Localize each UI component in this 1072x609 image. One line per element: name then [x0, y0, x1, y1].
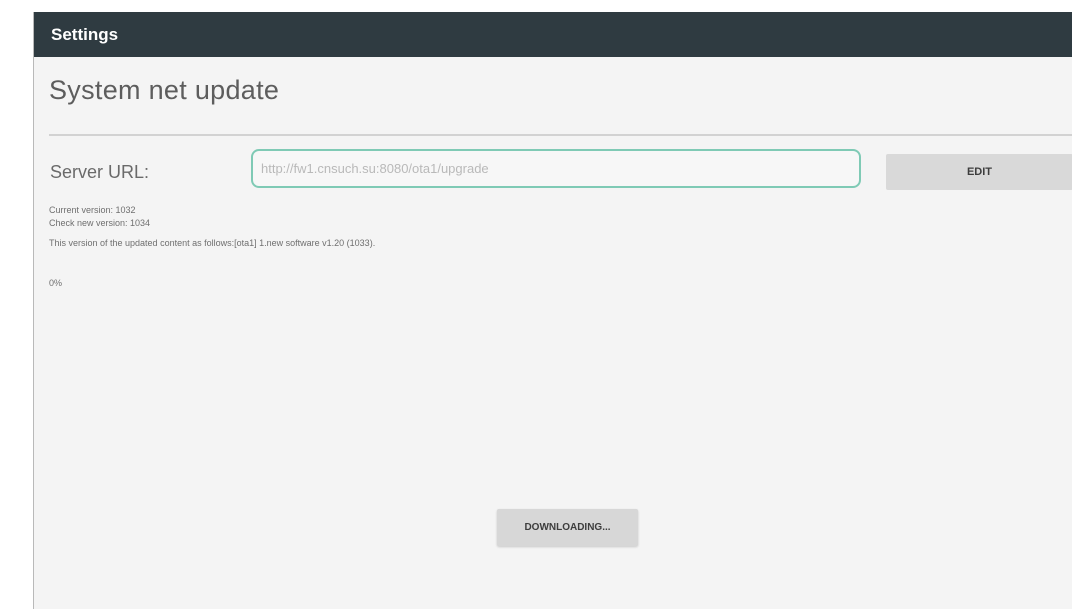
server-url-input[interactable]	[251, 149, 861, 188]
edit-button[interactable]: EDIT	[886, 154, 1072, 190]
title-bar: Settings	[34, 12, 1072, 57]
current-version-text: Current version: 1032	[49, 205, 136, 215]
downloading-button[interactable]: DOWNLOADING...	[497, 509, 638, 546]
server-url-label: Server URL:	[50, 162, 150, 182]
page-title: System net update	[49, 75, 280, 105]
download-progress-text: 0%	[49, 278, 63, 288]
update-description-text: This version of the updated content as f…	[49, 238, 376, 248]
title-bar-text: Settings	[51, 25, 119, 44]
new-version-text: Check new version: 1034	[49, 218, 151, 228]
settings-screen: Settings System net update Server URL: E…	[33, 12, 1072, 609]
header-divider	[49, 134, 1072, 136]
